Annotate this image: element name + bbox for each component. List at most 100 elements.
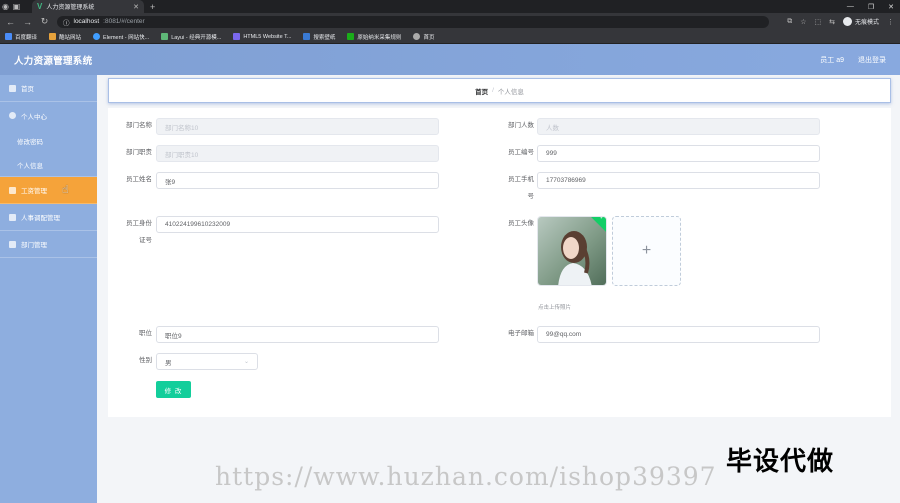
current-user: 员工 a9 bbox=[820, 56, 844, 64]
breadcrumb-home[interactable]: 首页 bbox=[475, 86, 488, 96]
header-user-area: 员工 a9 退出登录 bbox=[820, 55, 886, 65]
email-label: 电子邮箱 bbox=[508, 330, 534, 337]
sidebar-item-label: 工资管理 bbox=[21, 188, 47, 195]
sidebar-item-label: 修改密码 bbox=[17, 139, 43, 146]
home-icon bbox=[9, 84, 16, 92]
emp-name-field[interactable]: 张9 bbox=[156, 172, 439, 189]
more-menu-icon[interactable]: ⋮ bbox=[887, 18, 894, 26]
window-controls: — ❐ ✕ bbox=[847, 0, 894, 13]
bookmarks-bar: 百度翻译 酷站网站 Element - 网站快... Layui - 经典开源模… bbox=[0, 30, 900, 44]
bookmark-item[interactable]: Layui - 经典开源模... bbox=[161, 33, 221, 41]
close-icon[interactable]: ✕ bbox=[133, 3, 139, 11]
pinned-tab-icon[interactable]: ▣ bbox=[11, 1, 22, 12]
bookmark-item[interactable]: 原始纳米采集规则 bbox=[347, 33, 401, 41]
browser-address-bar: ← → ↻ ⓘ localhost:8081/#/center ⧉ ☆ ⬚ ⇆ … bbox=[0, 13, 900, 30]
promo-text: 毕设代做 bbox=[726, 447, 835, 477]
avatar-image bbox=[538, 217, 606, 285]
browser-actions: ⧉ ☆ ⬚ ⇆ 无痕模式 ⋮ bbox=[787, 17, 894, 26]
profile-form: 部门名称 部门名称10 部门人数 人数 部门职责 部门职责10 员工编号 999… bbox=[108, 108, 891, 417]
transfer-icon bbox=[9, 213, 16, 221]
forward-icon[interactable]: → bbox=[23, 17, 32, 27]
bookmark-icon bbox=[161, 33, 169, 40]
app-title: 人力资源管理系统 bbox=[14, 55, 93, 67]
avatar-photo[interactable]: ✓ bbox=[537, 216, 607, 286]
dept-count-field: 人数 bbox=[537, 118, 820, 135]
gender-label: 性别 bbox=[139, 357, 152, 364]
hand-cursor-icon: ☝ bbox=[62, 184, 69, 196]
sidebar-item-label: 个人中心 bbox=[21, 113, 47, 121]
sidebar-item-transfer[interactable]: 人事调配管理 bbox=[0, 204, 97, 231]
browser-tab-bar: ◉ ▣ V 人力资源管理系统 ✕ + — ❐ ✕ bbox=[0, 0, 900, 13]
browser-menu-icon[interactable]: ◉ bbox=[0, 1, 11, 12]
dept-count-label: 部门人数 bbox=[508, 122, 534, 129]
upload-avatar-button[interactable]: + bbox=[612, 216, 681, 286]
sidebar-item-salary[interactable]: 工资管理 ☝ bbox=[0, 177, 97, 204]
sidebar-item-department[interactable]: 部门管理 bbox=[0, 231, 97, 258]
user-icon bbox=[9, 112, 16, 119]
plus-icon: + bbox=[641, 242, 652, 259]
bookmark-item[interactable]: 酷站网站 bbox=[49, 33, 81, 41]
sidebar-item-label: 首页 bbox=[21, 86, 34, 93]
dept-name-field: 部门名称10 bbox=[156, 118, 439, 135]
emp-avatar-label: 员工头像 bbox=[508, 220, 534, 227]
sidebar-item-home[interactable]: 首页 bbox=[0, 75, 97, 102]
bookmark-icon bbox=[93, 33, 101, 40]
profile-avatar-icon bbox=[842, 17, 852, 26]
tab-title: 人力资源管理系统 bbox=[46, 5, 95, 11]
emp-id-field[interactable]: 410224199610232009 bbox=[156, 216, 439, 233]
star-icon[interactable]: ☆ bbox=[800, 18, 806, 26]
bookmark-item[interactable]: 百度翻译 bbox=[5, 33, 37, 41]
extension-icon[interactable]: ⬚ bbox=[814, 18, 821, 26]
emp-phone-field[interactable]: 17703786969 bbox=[537, 172, 820, 189]
bookmark-item[interactable]: Element - 网站快... bbox=[93, 33, 149, 41]
sidebar-item-personal-info[interactable]: 个人信息 bbox=[0, 153, 97, 177]
emp-id-label-2: 证号 bbox=[139, 237, 152, 244]
position-label: 职位 bbox=[139, 330, 152, 337]
salary-icon bbox=[9, 186, 16, 194]
sidebar-item-label: 个人信息 bbox=[17, 162, 43, 170]
browser-tab[interactable]: V 人力资源管理系统 ✕ bbox=[32, 0, 144, 13]
bookmark-item[interactable]: HTML5 Website T... bbox=[233, 33, 291, 40]
breadcrumb-separator: / bbox=[492, 87, 494, 94]
translate-icon[interactable]: ⧉ bbox=[787, 18, 792, 26]
sidebar-item-label: 部门管理 bbox=[21, 242, 47, 249]
dept-name-label: 部门名称 bbox=[126, 122, 152, 129]
chevron-down-icon: ⌄ bbox=[243, 359, 249, 365]
info-icon: ⓘ bbox=[63, 19, 70, 27]
url-input[interactable]: ⓘ localhost:8081/#/center bbox=[57, 15, 770, 28]
new-tab-button[interactable]: + bbox=[150, 2, 155, 12]
close-window-icon[interactable]: ✕ bbox=[888, 3, 894, 11]
sidebar-item-change-password[interactable]: 修改密码 bbox=[0, 129, 97, 153]
bookmark-item[interactable]: 搜索壁纸 bbox=[303, 33, 335, 41]
position-field[interactable]: 职位9 bbox=[156, 326, 439, 343]
sidebar-item-personal-center[interactable]: 个人中心 bbox=[0, 102, 97, 129]
minimize-icon[interactable]: — bbox=[847, 3, 854, 10]
bookmark-item[interactable]: 首页 bbox=[413, 33, 434, 41]
profile-name: 无痕模式 bbox=[854, 20, 879, 26]
breadcrumb-current: 个人信息 bbox=[497, 88, 524, 96]
watermark-text: https://www.huzhan.com/ishop39397 bbox=[215, 462, 717, 491]
restore-icon[interactable]: ❐ bbox=[868, 3, 874, 11]
submit-button[interactable]: 修 改 bbox=[156, 381, 191, 398]
emp-no-label: 员工编号 bbox=[508, 149, 534, 156]
url-host: localhost bbox=[73, 18, 100, 25]
emp-id-label: 员工身份 bbox=[126, 220, 152, 227]
sidebar: 首页 个人中心 修改密码 个人信息 工资管理 ☝ 人事调配管理 部门管理 bbox=[0, 75, 97, 503]
logout-link[interactable]: 退出登录 bbox=[858, 55, 886, 65]
gender-selected: 男 bbox=[165, 359, 172, 367]
gender-select[interactable]: 男 ⌄ bbox=[156, 353, 258, 370]
sidebar-item-label: 人事调配管理 bbox=[21, 215, 60, 222]
bookmark-icon bbox=[5, 33, 12, 40]
reload-icon[interactable]: ↻ bbox=[40, 16, 49, 27]
emp-phone-label-2: 号 bbox=[527, 193, 535, 200]
check-icon: ✓ bbox=[599, 216, 605, 222]
vue-logo-icon: V bbox=[37, 2, 43, 11]
profile-button[interactable]: 无痕模式 bbox=[842, 17, 879, 26]
dept-duty-label: 部门职责 bbox=[126, 149, 152, 156]
upload-tip: 点击上传照片 bbox=[538, 305, 572, 311]
emp-no-field[interactable]: 999 bbox=[537, 145, 820, 162]
back-icon[interactable]: ← bbox=[6, 17, 15, 27]
cast-icon[interactable]: ⇆ bbox=[829, 18, 835, 26]
email-field[interactable]: 99@qq.com bbox=[537, 326, 820, 343]
emp-phone-label: 员工手机 bbox=[508, 176, 534, 183]
